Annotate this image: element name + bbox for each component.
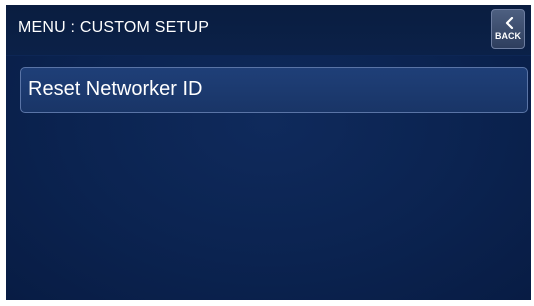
menu-item-reset-networker-id[interactable]: Reset Networker ID	[20, 67, 528, 113]
device-screen: MENU : CUSTOM SETUP BACK Reset Networker…	[6, 5, 531, 300]
menu-item-label: Reset Networker ID	[28, 78, 203, 100]
page-title: MENU : CUSTOM SETUP	[18, 19, 210, 36]
header-bar: MENU : CUSTOM SETUP BACK	[6, 5, 531, 56]
back-button[interactable]: BACK	[491, 9, 525, 49]
chevron-left-icon	[505, 17, 514, 29]
back-label: BACK	[495, 31, 521, 41]
